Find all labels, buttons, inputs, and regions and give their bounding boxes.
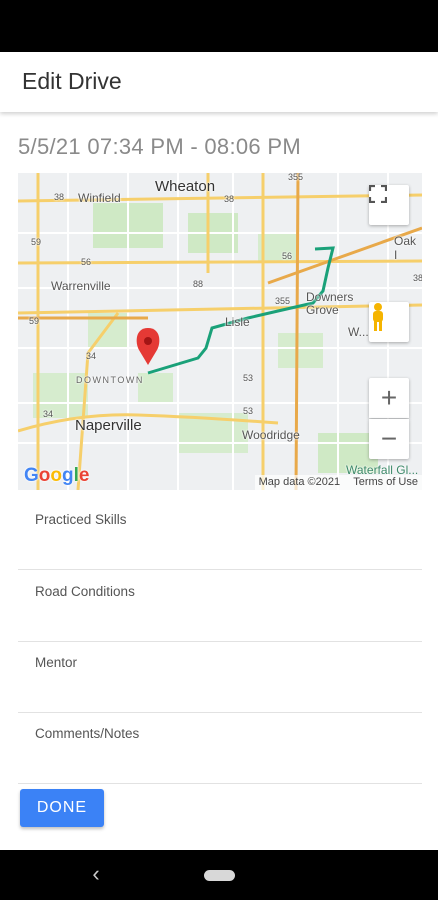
route-shield-56b: 56 [282, 251, 293, 261]
street-view-button[interactable] [369, 302, 409, 342]
comments-notes-label: Comments/Notes [35, 726, 140, 741]
map-attribution: Map data ©2021 Terms of Use [254, 475, 422, 490]
route-shield-59a: 59 [31, 237, 42, 247]
route-map[interactable]: Wheaton Winfield Warrenville Naperville … [18, 173, 422, 490]
route-shield-53b: 53 [243, 406, 254, 416]
drive-date-range: 5/5/21 07:34 PM - 08:06 PM [18, 134, 301, 159]
route-shield-59b: 59 [29, 316, 40, 326]
terms-of-use-link[interactable]: Terms of Use [353, 476, 418, 488]
route-shield-88: 88 [193, 279, 204, 289]
map-label-downers-grove: Downers Grove [306, 290, 354, 317]
map-label-downtown: DOWNTOWN [76, 375, 144, 385]
route-shield-56a: 56 [81, 257, 92, 267]
fullscreen-icon [369, 185, 387, 203]
map-label-winfield: Winfield [78, 191, 121, 205]
practiced-skills-field[interactable]: Practiced Skills [18, 498, 422, 570]
route-shield-355a: 355 [288, 173, 304, 182]
map-label-woodridge: Woodridge [242, 428, 300, 442]
home-button[interactable] [204, 870, 235, 881]
route-shield-53a: 53 [243, 373, 254, 383]
route-shield-38b: 38 [224, 194, 235, 204]
route-shield-38a: 38 [54, 192, 65, 202]
fullscreen-button[interactable] [369, 185, 409, 225]
system-nav-bar: ‹ [0, 850, 438, 900]
mentor-label: Mentor [35, 655, 78, 670]
map-label-wheaton: Wheaton [155, 178, 216, 195]
zoom-in-button[interactable]: + [369, 378, 409, 418]
page-title: Edit Drive [22, 68, 122, 94]
route-shield-355b: 355 [275, 296, 291, 306]
road-conditions-field[interactable]: Road Conditions [18, 570, 422, 642]
done-button[interactable]: DONE [20, 789, 104, 827]
route-shield-38c: 38 [413, 273, 422, 283]
app-bar: Edit Drive [0, 52, 438, 112]
map-label-warrenville: Warrenville [51, 279, 111, 293]
google-logo: Google [24, 465, 90, 486]
practiced-skills-label: Practiced Skills [35, 512, 127, 527]
map-label-naperville: Naperville [75, 417, 142, 434]
map-data-credit: Map data ©2021 [258, 476, 341, 488]
comments-notes-field[interactable]: Comments/Notes [18, 712, 422, 784]
road-conditions-label: Road Conditions [35, 584, 135, 599]
status-bar [0, 0, 438, 52]
zoom-out-button[interactable]: − [369, 419, 409, 459]
map-label-oak: Oak I [394, 234, 417, 262]
back-button[interactable]: ‹ [86, 862, 106, 886]
pegman-icon [373, 303, 383, 331]
route-shield-34b: 34 [43, 409, 54, 419]
route-shield-34a: 34 [86, 351, 97, 361]
map-label-lisle: Lisle [225, 315, 250, 329]
mentor-field[interactable]: Mentor [18, 641, 422, 713]
